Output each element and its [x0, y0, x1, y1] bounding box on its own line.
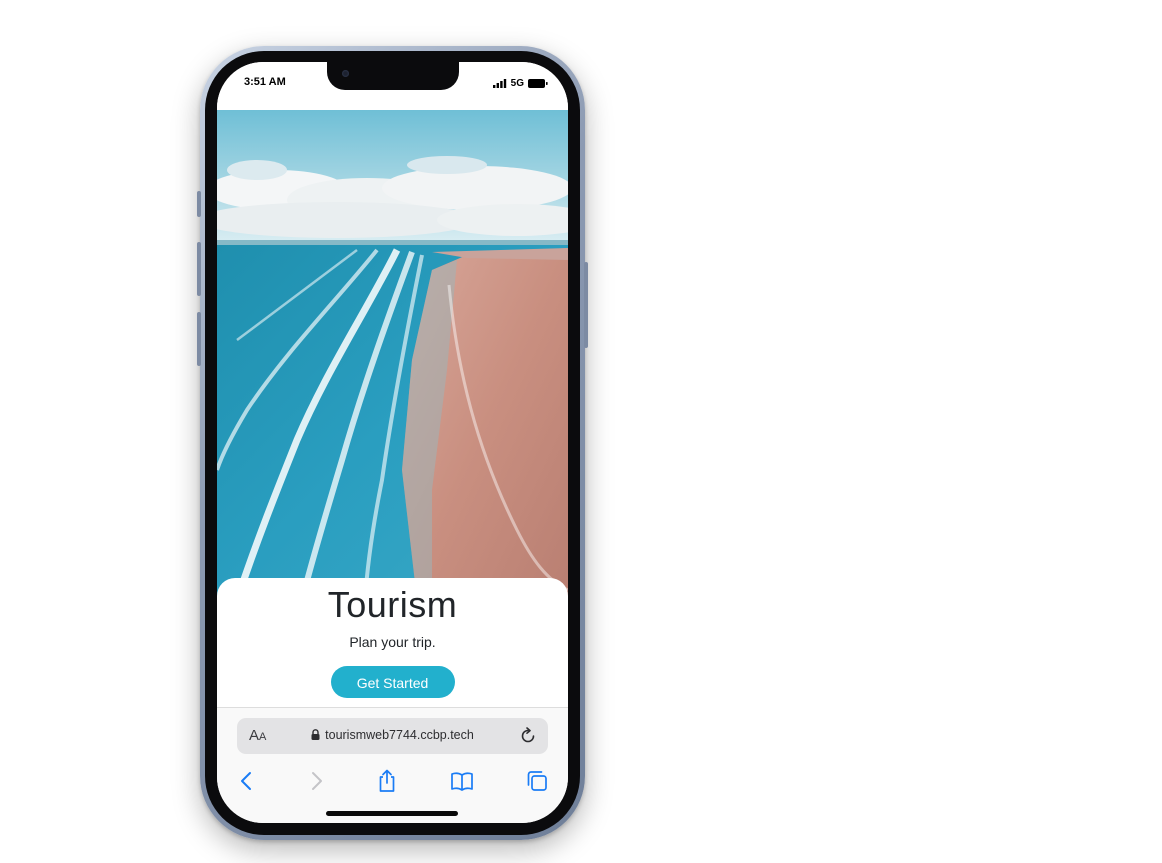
beach-illustration	[217, 110, 568, 600]
signal-icon	[492, 79, 506, 88]
status-time: 3:51 AM	[244, 76, 286, 88]
page-subtitle: Plan your trip.	[349, 634, 436, 650]
forward-icon[interactable]	[303, 768, 329, 794]
back-icon[interactable]	[234, 768, 260, 794]
phone-screen: 3:51 AM 5G Tourism Plan your trip. Get S…	[217, 62, 568, 823]
status-indicators: 5G	[492, 78, 548, 89]
get-started-button[interactable]: Get Started	[330, 666, 455, 698]
power-button	[584, 262, 588, 348]
url-display[interactable]: tourismweb7744.ccbp.tech	[237, 728, 548, 742]
browser-toolbar: AA tourismweb7744.ccbp.tech	[217, 707, 568, 823]
address-bar[interactable]: AA tourismweb7744.ccbp.tech	[237, 718, 548, 754]
home-indicator	[326, 811, 458, 816]
intro-card: Tourism Plan your trip. Get Started	[217, 578, 568, 708]
bookmarks-icon[interactable]	[449, 768, 475, 794]
reload-icon[interactable]	[519, 727, 537, 745]
url-text: tourismweb7744.ccbp.tech	[325, 728, 474, 742]
phone-frame: 3:51 AM 5G Tourism Plan your trip. Get S…	[197, 46, 588, 840]
share-icon[interactable]	[374, 768, 400, 794]
hero-image	[217, 110, 568, 600]
volume-down-button	[197, 312, 201, 366]
battery-icon	[528, 79, 548, 88]
front-camera-icon	[342, 70, 349, 77]
lock-icon	[311, 729, 320, 740]
silent-switch	[197, 191, 201, 217]
page-title: Tourism	[327, 584, 458, 625]
browser-nav-bar	[217, 766, 568, 798]
notch	[327, 62, 459, 90]
tabs-icon[interactable]	[524, 768, 550, 794]
page: 3:51 AM 5G Tourism Plan your trip. Get S…	[0, 0, 1162, 863]
volume-up-button	[197, 242, 201, 296]
network-label: 5G	[510, 78, 524, 89]
